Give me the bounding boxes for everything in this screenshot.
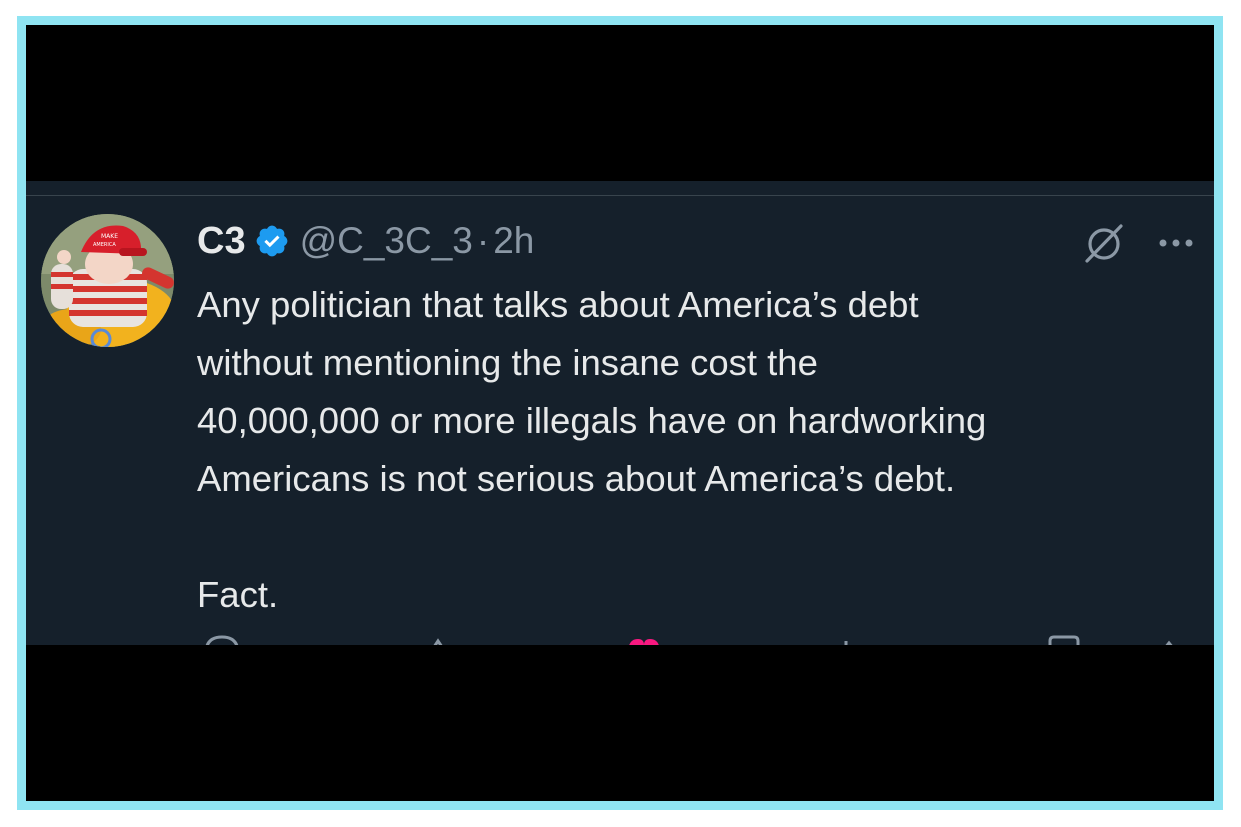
svg-text:MAKE: MAKE: [101, 233, 118, 240]
bookmark-icon[interactable]: [1046, 633, 1082, 645]
bottom-letterbox-bar: [26, 645, 1214, 801]
tweet-header: C3 @C_3C_3 · 2h: [197, 219, 534, 263]
divider: [26, 195, 1214, 196]
screenshot-frame: MAKE AMERICA C3 @C_3C_3 · 2h Any politic…: [17, 16, 1223, 810]
verified-badge-icon[interactable]: [254, 223, 290, 259]
share-icon[interactable]: [1154, 633, 1184, 645]
views-icon[interactable]: [840, 633, 852, 645]
svg-text:AMERICA: AMERICA: [93, 242, 116, 248]
tweet-body-text: Any politician that talks about America’…: [197, 284, 987, 499]
retweet-icon[interactable]: [422, 633, 452, 645]
tweet-action-bar: [26, 633, 1214, 645]
tweet-timestamp[interactable]: 2h: [493, 220, 534, 262]
user-handle[interactable]: @C_3C_3: [300, 220, 473, 262]
top-letterbox-bar: [26, 25, 1214, 181]
grok-icon[interactable]: [1083, 222, 1125, 264]
tweet-closing-text: Fact.: [197, 574, 279, 615]
tweet-card[interactable]: MAKE AMERICA C3 @C_3C_3 · 2h Any politic…: [26, 181, 1214, 645]
meta-separator: ·: [476, 220, 490, 261]
more-options-icon[interactable]: [1155, 229, 1197, 257]
display-name[interactable]: C3: [197, 220, 246, 263]
reply-icon[interactable]: [202, 633, 242, 645]
avatar[interactable]: MAKE AMERICA: [41, 214, 174, 347]
avatar-photo: MAKE AMERICA: [41, 214, 174, 347]
like-icon[interactable]: [624, 633, 664, 645]
